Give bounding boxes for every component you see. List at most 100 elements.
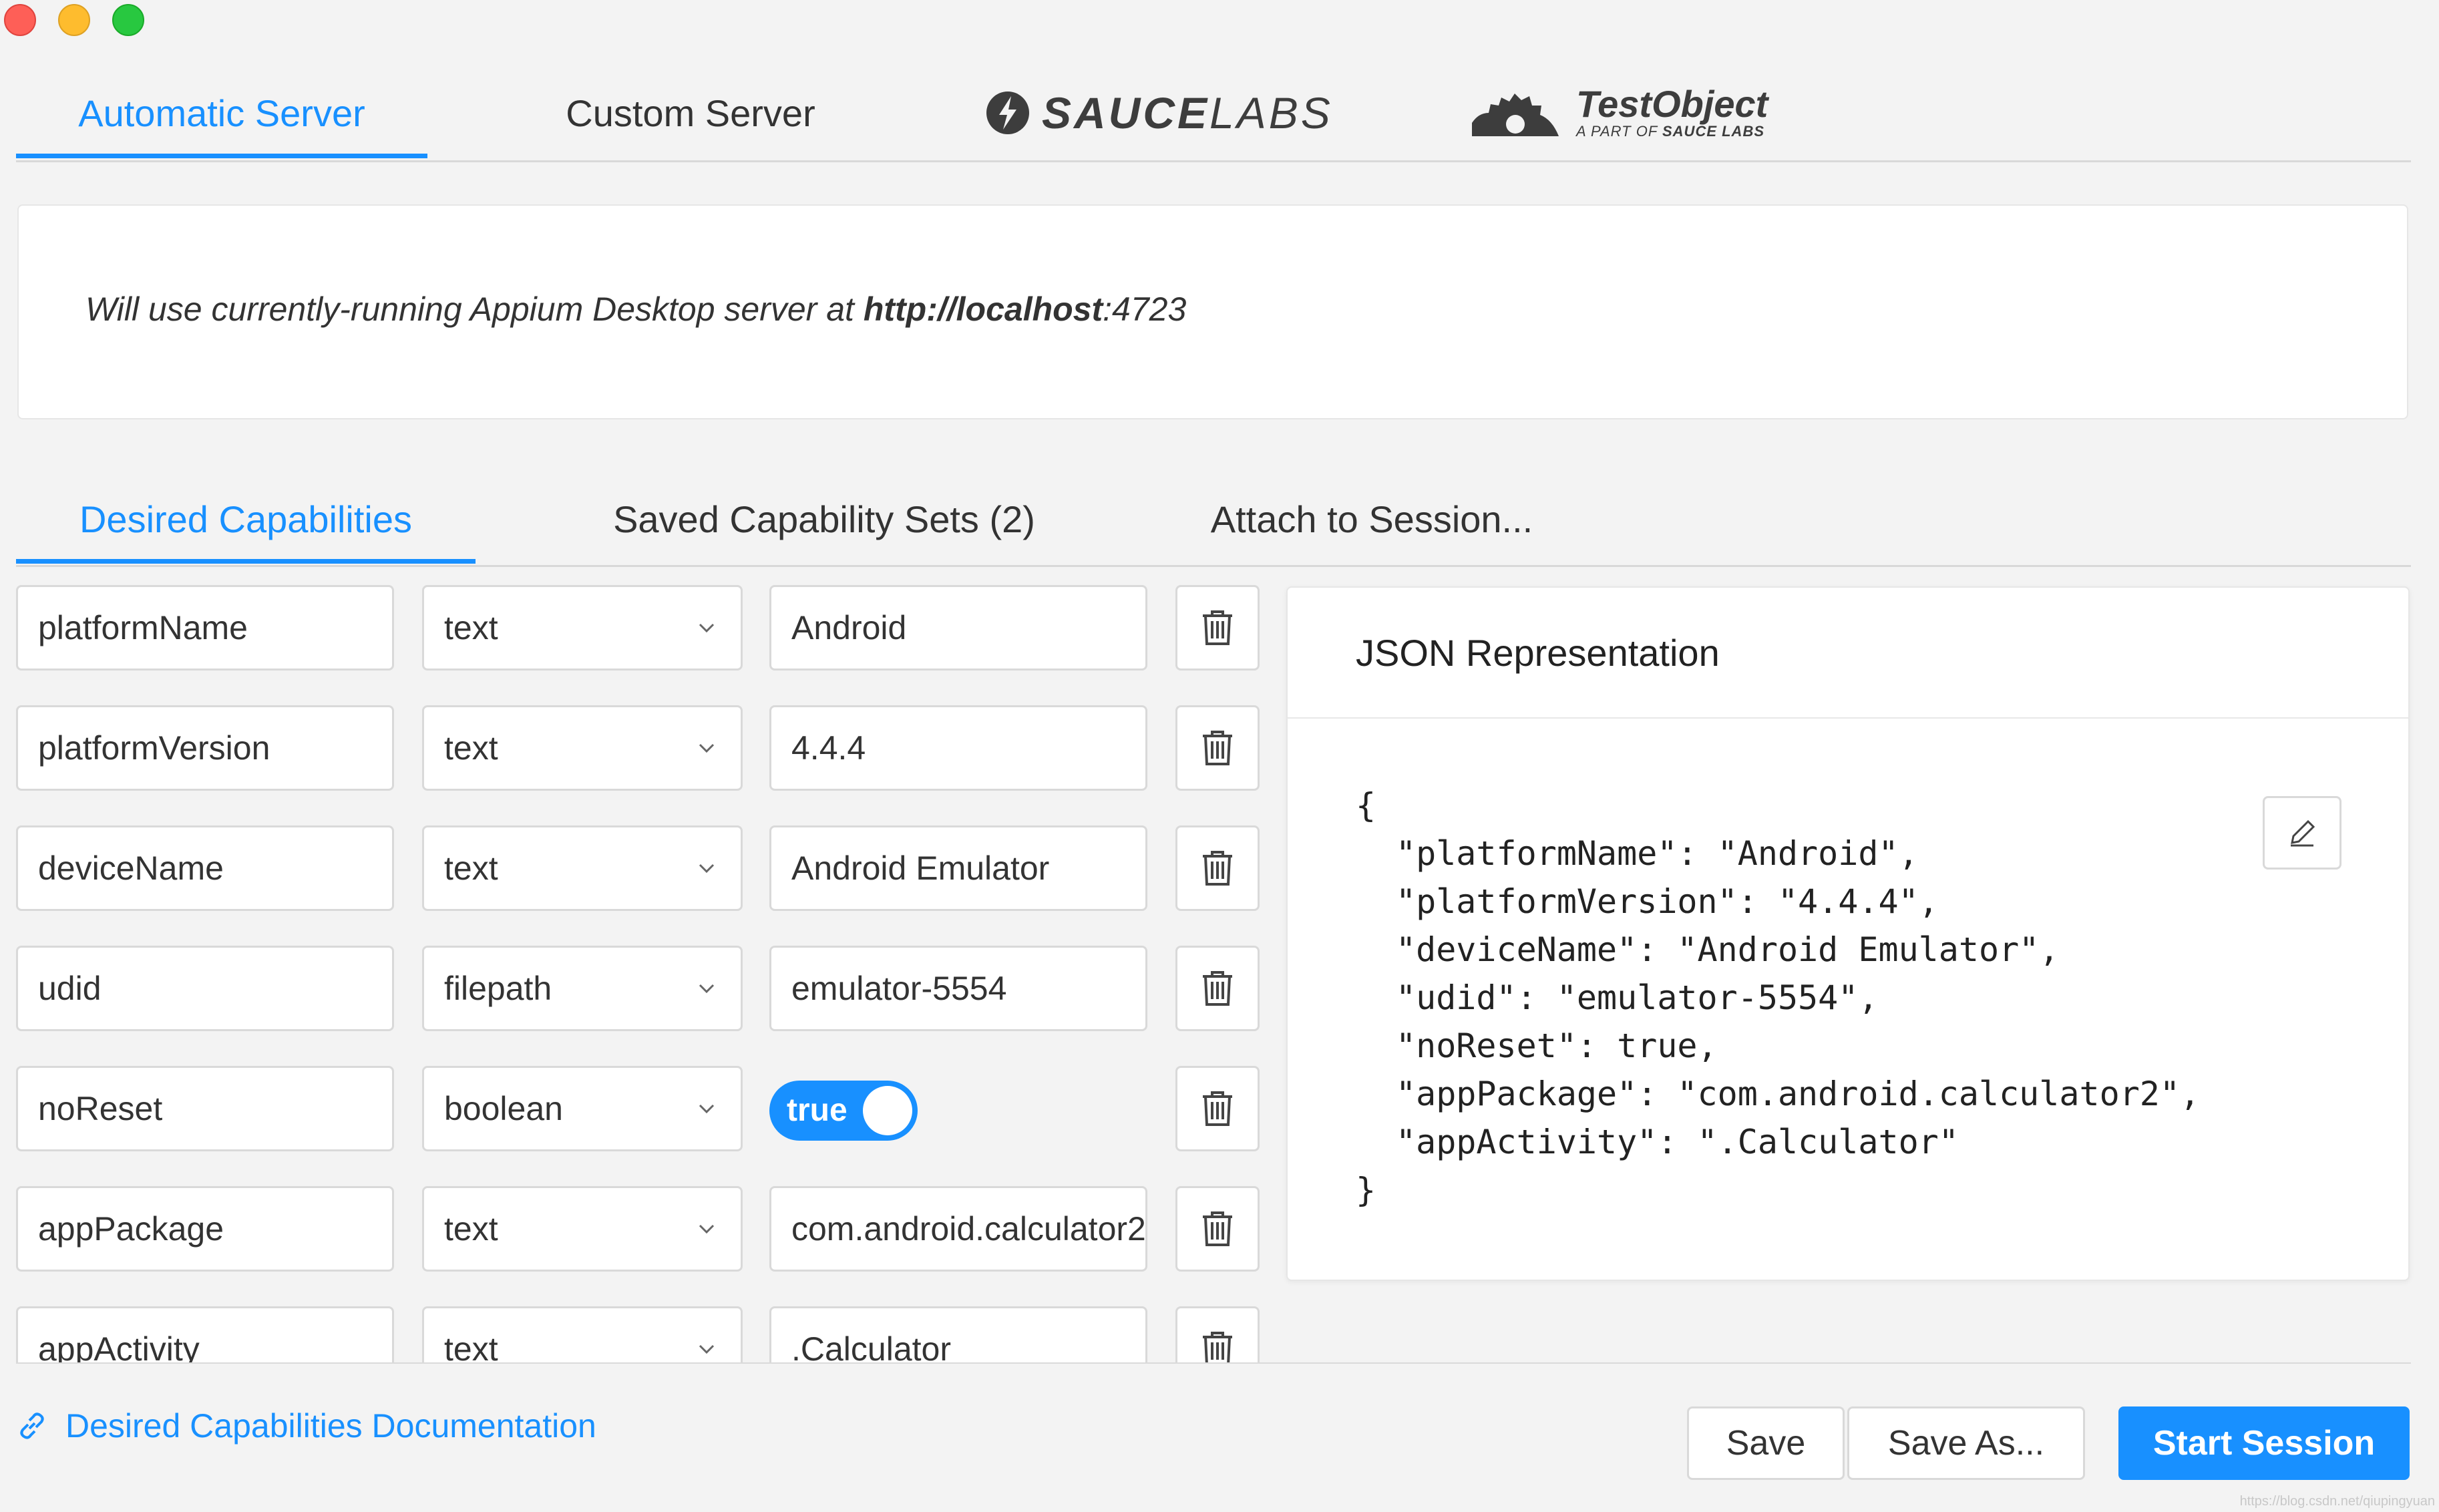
tab-custom-server[interactable]: Custom Server [457, 87, 924, 158]
capability-row: noReset boolean true [16, 1066, 1272, 1151]
chevron-down-icon [699, 623, 715, 633]
delete-capability-button[interactable] [1175, 585, 1260, 671]
trash-icon [1203, 610, 1232, 645]
capability-type-value: text [444, 1330, 498, 1364]
tab-testobject[interactable]: TestObject A PART OF SAUCE LABS [1465, 76, 1768, 150]
window-close-button[interactable] [4, 4, 36, 36]
delete-capability-button[interactable] [1175, 705, 1260, 791]
capability-row: udid filepath emulator-5554 [16, 946, 1272, 1031]
tab-automatic-server[interactable]: Automatic Server [16, 87, 427, 158]
delete-capability-button[interactable] [1175, 946, 1260, 1031]
trash-icon [1203, 1091, 1232, 1126]
server-info-panel: Will use currently-running Appium Deskto… [17, 204, 2408, 419]
window-maximize-button[interactable] [112, 4, 144, 36]
capability-type-value: text [444, 609, 498, 646]
testobject-wordmark: TestObject A PART OF SAUCE LABS [1576, 85, 1768, 140]
capability-name-input[interactable]: appActivity [16, 1306, 394, 1364]
capability-value-input[interactable]: Android [769, 585, 1147, 671]
json-line: "platformName": "Android", [1396, 834, 1919, 873]
delete-capability-button[interactable] [1175, 1186, 1260, 1272]
link-icon [20, 1412, 44, 1439]
save-button[interactable]: Save [1687, 1406, 1845, 1480]
trash-icon [1203, 1332, 1232, 1364]
capability-name-input[interactable]: noReset [16, 1066, 394, 1151]
trash-icon [1203, 731, 1232, 765]
json-close-brace: } [1356, 1171, 1376, 1209]
capability-value-input[interactable]: Android Emulator [769, 825, 1147, 911]
capability-type-select[interactable]: text [422, 1306, 743, 1364]
json-line: "platformVersion": "4.4.4", [1396, 882, 1939, 921]
delete-capability-button[interactable] [1175, 825, 1260, 911]
delete-capability-button[interactable] [1175, 1066, 1260, 1151]
capability-type-value: boolean [444, 1090, 563, 1127]
capability-row: platformVersion text 4.4.4 [16, 705, 1272, 791]
doc-link-label: Desired Capabilities Documentation [65, 1407, 596, 1445]
capability-type-select[interactable]: text [422, 1186, 743, 1272]
capability-name-input[interactable]: appPackage [16, 1186, 394, 1272]
tab-saucelabs[interactable]: SAUCELABS [984, 83, 1333, 143]
chevron-down-icon [699, 864, 715, 874]
capability-value-input[interactable]: .Calculator [769, 1306, 1147, 1364]
chevron-down-icon [699, 743, 715, 753]
capability-row: appPackage text com.android.calculator2 [16, 1186, 1272, 1272]
saucelabs-wordmark: SAUCELABS [1042, 88, 1333, 138]
json-line: "udid": "emulator-5554", [1396, 978, 1879, 1017]
capability-row: platformName text Android [16, 585, 1272, 671]
json-line: "appPackage": "com.android.calculator2", [1396, 1075, 2201, 1113]
trash-icon [1203, 1211, 1232, 1246]
capability-name-input[interactable]: platformVersion [16, 705, 394, 791]
capability-list[interactable]: platformName text Android platformVersio… [16, 585, 1272, 1364]
server-url: http://localhost [863, 291, 1103, 328]
trash-icon [1203, 851, 1232, 886]
window-minimize-button[interactable] [58, 4, 90, 36]
desired-capabilities-doc-link[interactable]: Desired Capabilities Documentation [16, 1406, 596, 1445]
tab-saved-capability-sets[interactable]: Saved Capability Sets (2) [557, 494, 1091, 564]
capability-type-select[interactable]: filepath [422, 946, 743, 1031]
capability-type-select[interactable]: text [422, 585, 743, 671]
footer-divider [16, 1362, 2411, 1364]
save-as-button[interactable]: Save As... [1847, 1406, 2085, 1480]
server-tabs: Automatic Server Custom Server SAUCELABS… [16, 67, 2411, 162]
trash-icon [1203, 971, 1232, 1006]
capability-boolean-toggle[interactable]: true [769, 1081, 918, 1141]
delete-capability-button[interactable] [1175, 1306, 1260, 1364]
capability-type-value: text [444, 729, 498, 767]
capability-value-input[interactable]: com.android.calculator2 [769, 1186, 1147, 1272]
capability-type-select[interactable]: text [422, 825, 743, 911]
appium-session-window: Automatic Server Custom Server SAUCELABS… [0, 0, 2439, 1512]
edit-json-button[interactable] [2263, 796, 2341, 870]
capability-row: appActivity text .Calculator [16, 1306, 1272, 1364]
json-line: "noReset": true, [1396, 1026, 1718, 1065]
json-panel-title: JSON Representation [1288, 588, 2408, 719]
capability-name-input[interactable]: udid [16, 946, 394, 1031]
testobject-gear-icon [1472, 93, 1559, 136]
capability-value-input[interactable]: emulator-5554 [769, 946, 1147, 1031]
chevron-down-icon [699, 984, 715, 994]
capability-name-input[interactable]: deviceName [16, 825, 394, 911]
tab-desired-capabilities[interactable]: Desired Capabilities [16, 494, 476, 564]
toggle-label: true [787, 1093, 848, 1128]
capability-type-value: text [444, 1210, 498, 1248]
capability-type-select[interactable]: text [422, 705, 743, 791]
capability-type-value: filepath [444, 970, 552, 1007]
json-open-brace: { [1356, 786, 1376, 825]
pencil-icon [2291, 819, 2315, 847]
json-representation-panel: JSON Representation { "platformName": "An… [1286, 586, 2410, 1281]
json-line: "appActivity": ".Calculator" [1396, 1123, 1959, 1161]
toggle-knob [863, 1086, 912, 1135]
server-info-text: Will use currently-running Appium Deskto… [85, 291, 1187, 328]
saucelabs-logo-icon [986, 91, 1029, 134]
testobject-name: TestObject [1576, 83, 1768, 125]
capability-value-input[interactable]: 4.4.4 [769, 705, 1147, 791]
chevron-down-icon [699, 1224, 715, 1234]
tab-attach-to-session[interactable]: Attach to Session... [1171, 494, 1572, 564]
json-line: "deviceName": "Android Emulator", [1396, 930, 2060, 969]
capability-type-value: text [444, 849, 498, 887]
start-session-button[interactable]: Start Session [2118, 1406, 2410, 1480]
capability-type-select[interactable]: boolean [422, 1066, 743, 1151]
testobject-tagline: A PART OF SAUCE LABS [1576, 123, 1765, 140]
capability-tabs: Desired Capabilities Saved Capability Se… [16, 481, 2411, 567]
watermark: https://blog.csdn.net/qiupingyuan [2239, 1494, 2435, 1509]
capability-name-input[interactable]: platformName [16, 585, 394, 671]
server-port: :4723 [1103, 291, 1187, 328]
